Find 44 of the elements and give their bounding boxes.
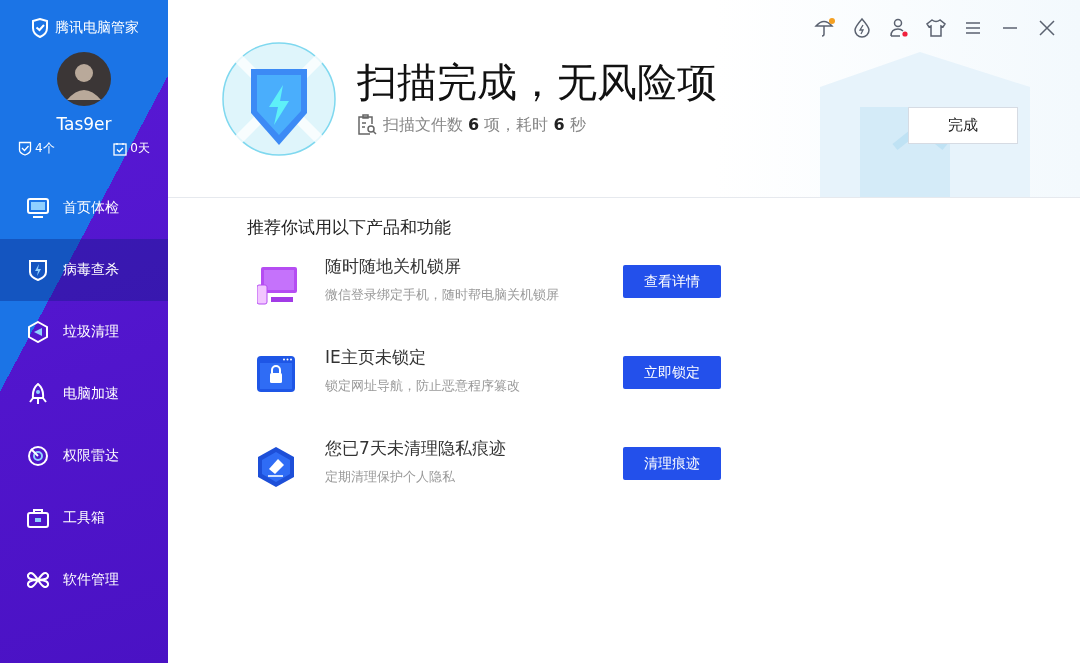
calendar-check-icon xyxy=(113,141,128,156)
shield-logo-icon xyxy=(29,18,50,38)
action-button[interactable]: 立即锁定 xyxy=(623,356,721,389)
hexagon-arrow-icon xyxy=(27,321,49,343)
radar-icon xyxy=(27,445,49,467)
scan-summary: 扫描文件数 6 项，耗时 6 秒 xyxy=(383,114,586,136)
username: Tas9er xyxy=(56,114,112,134)
user-icon[interactable] xyxy=(888,17,910,39)
nav-item[interactable]: 电脑加速 xyxy=(0,363,168,425)
shield-bolt-badge-icon xyxy=(221,40,337,157)
nav-item[interactable]: 权限雷达 xyxy=(0,425,168,487)
nav-item[interactable]: 病毒查杀 xyxy=(0,239,168,301)
clover-icon xyxy=(27,569,49,591)
feature-title: IE主页未锁定 xyxy=(325,346,427,369)
feature-description: 定期清理保护个人隐私 xyxy=(325,468,456,486)
app-name: 腾讯电脑管家 xyxy=(54,19,139,37)
computer-phone-icon xyxy=(257,265,297,305)
nav-item[interactable]: 首页体检 xyxy=(0,177,168,239)
shield-bolt-icon xyxy=(28,259,48,281)
action-button[interactable]: 查看详情 xyxy=(623,265,721,298)
feature-description: 微信登录绑定手机，随时帮电脑关机锁屏 xyxy=(325,286,560,304)
browser-lock-icon xyxy=(257,356,295,392)
nav-item[interactable]: 软件管理 xyxy=(0,549,168,611)
report-search-icon xyxy=(357,114,377,136)
umbrella-icon[interactable] xyxy=(814,17,836,39)
feature-description: 锁定网址导航，防止恶意程序篡改 xyxy=(325,377,521,395)
feature-title: 随时随地关机锁屏 xyxy=(325,255,462,278)
monitor-icon xyxy=(27,198,49,218)
nav-item[interactable]: 工具箱 xyxy=(0,487,168,549)
eraser-icon xyxy=(257,447,295,487)
avatar-icon[interactable] xyxy=(57,52,111,106)
rocket-icon xyxy=(28,383,48,405)
toolbox-icon xyxy=(27,508,49,528)
recommend-heading: 推荐你试用以下产品和功能 xyxy=(247,216,452,239)
shield-check-icon xyxy=(18,141,32,156)
result-title: 扫描完成，无风险项 xyxy=(357,58,717,107)
stat-count: 4个 xyxy=(35,140,55,157)
feature-title: 您已7天未清理隐私痕迹 xyxy=(325,437,507,460)
shirt-icon[interactable] xyxy=(925,17,947,39)
drop-icon[interactable] xyxy=(851,17,873,39)
done-button[interactable]: 完成 xyxy=(908,107,1018,144)
nav-item[interactable]: 垃圾清理 xyxy=(0,301,168,363)
stat-count: 0天 xyxy=(130,140,150,157)
action-button[interactable]: 清理痕迹 xyxy=(623,447,721,480)
